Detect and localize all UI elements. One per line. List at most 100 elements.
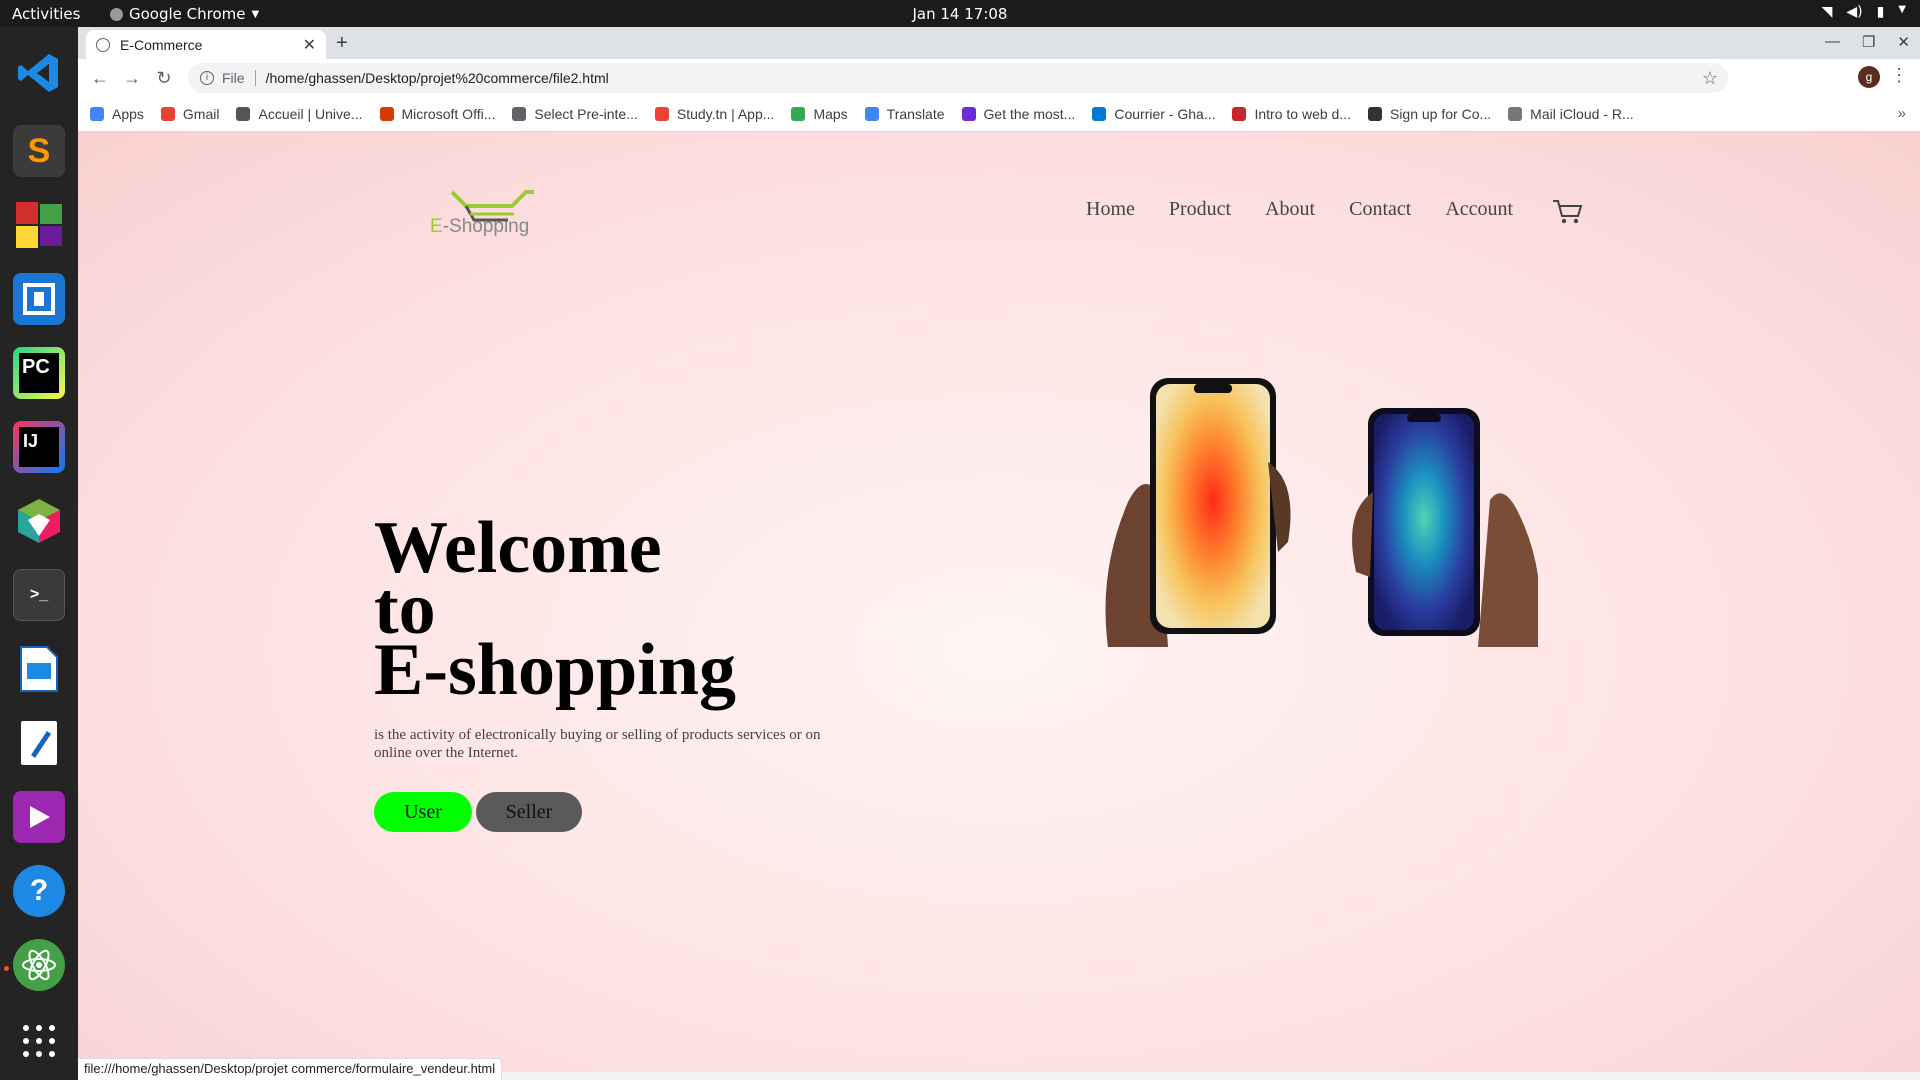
bookmark-label: Get the most...: [983, 106, 1076, 122]
system-tray[interactable]: ◥ ◀) ▮ ▼: [1822, 4, 1906, 20]
nav-about[interactable]: About: [1265, 198, 1315, 221]
logo-text[interactable]: E-Shopping: [430, 216, 529, 238]
nav-home[interactable]: Home: [1086, 198, 1135, 221]
vscode-icon[interactable]: [13, 47, 65, 99]
close-window-icon[interactable]: ✕: [1897, 33, 1910, 51]
webpage: E-Shopping Home Product About Contact Ac…: [78, 132, 1920, 1072]
bookmark-item[interactable]: Apps: [90, 106, 144, 122]
bookmark-label: Microsoft Offi...: [401, 106, 496, 122]
bookmark-favicon-icon: [90, 107, 104, 121]
info-icon[interactable]: i: [200, 71, 214, 85]
nav-account[interactable]: Account: [1445, 198, 1513, 221]
running-indicator: [4, 966, 9, 971]
bookmark-label: Apps: [112, 106, 144, 122]
system-top-bar: Activities Google Chrome ▼ Jan 14 17:08 …: [0, 0, 1920, 27]
reload-icon[interactable]: ↻: [148, 68, 180, 89]
bookmarks-bar: Apps Gmail Accueil | Unive... Microsoft Off…: [78, 97, 1920, 132]
bookmark-favicon-icon: [1367, 107, 1382, 121]
bookmark-favicon-icon: [160, 107, 175, 121]
url-text[interactable]: /home/ghassen/Desktop/projet%20commerce/…: [266, 70, 609, 86]
window-controls: — ❐ ✕: [1825, 33, 1910, 51]
browser-toolbar: ← → ↻ i File /home/ghassen/Desktop/proje…: [78, 59, 1920, 97]
phones-hero-image: [1105, 378, 1538, 647]
url-scheme: File: [222, 70, 256, 86]
profile-avatar[interactable]: g: [1858, 66, 1880, 88]
app-grid-colors-icon[interactable]: [13, 199, 65, 251]
tab-strip: E-Commerce ✕ + — ❐ ✕: [78, 27, 1920, 59]
tab-title: E-Commerce: [120, 36, 203, 53]
bookmark-item[interactable]: Mail iCloud - R...: [1508, 106, 1634, 122]
new-tab-button[interactable]: +: [336, 32, 348, 55]
forward-icon[interactable]: →: [116, 68, 148, 89]
logo-text-e: E: [430, 216, 443, 237]
bookmark-favicon-icon: [654, 107, 669, 121]
close-tab-icon[interactable]: ✕: [303, 35, 316, 55]
hero-heading: Welcome to E-shopping: [374, 511, 736, 711]
atom-icon[interactable]: [13, 939, 65, 991]
browser-chrome: E-Commerce ✕ + — ❐ ✕ ← → ↻ i File /home/…: [78, 27, 1920, 132]
restore-icon[interactable]: ❐: [1862, 33, 1875, 51]
bookmark-item[interactable]: Maps: [791, 106, 848, 122]
bookmark-favicon-icon: [236, 107, 251, 121]
bookmark-item[interactable]: Select Pre-inte...: [512, 106, 638, 122]
window-manager-icon[interactable]: [13, 273, 65, 325]
help-icon[interactable]: ?: [13, 865, 65, 917]
nav-product[interactable]: Product: [1169, 198, 1231, 221]
intellij-icon[interactable]: IJ: [13, 421, 65, 473]
minimize-icon[interactable]: —: [1825, 33, 1840, 51]
bookmark-label: Select Pre-inte...: [534, 106, 638, 122]
bookmark-item[interactable]: Sign up for Co...: [1367, 106, 1492, 122]
volume-icon: ◀): [1846, 4, 1863, 20]
nav-contact[interactable]: Contact: [1349, 198, 1411, 221]
bookmark-item[interactable]: Accueil | Unive...: [236, 106, 363, 122]
libreoffice-impress-icon[interactable]: [13, 643, 65, 695]
bookmark-star-icon[interactable]: ☆: [1702, 68, 1718, 89]
bookmark-item[interactable]: Get the most...: [961, 106, 1076, 122]
bookmark-label: Sign up for Co...: [1389, 106, 1492, 122]
wifi-icon: ◥: [1821, 4, 1833, 20]
terminal-icon[interactable]: >_: [13, 569, 65, 621]
bookmark-favicon-icon: [379, 107, 394, 121]
bookmarks-overflow-button[interactable]: »: [1898, 105, 1906, 122]
bookmark-item[interactable]: Gmail: [160, 106, 220, 122]
globe-icon: [96, 37, 110, 52]
back-icon[interactable]: ←: [84, 68, 116, 89]
cart-icon[interactable]: [1552, 198, 1584, 226]
bookmark-item[interactable]: Study.tn | App...: [654, 106, 774, 122]
bookmark-item[interactable]: Translate: [864, 106, 945, 122]
clock[interactable]: Jan 14 17:08: [0, 5, 1920, 23]
bookmark-favicon-icon: [1508, 107, 1523, 121]
dock: S PC IJ >_ ?: [0, 27, 78, 1080]
bookmark-item[interactable]: Intro to web d...: [1232, 106, 1351, 122]
main-nav: Home Product About Contact Account: [1086, 198, 1513, 221]
bookmark-label: Accueil | Unive...: [258, 106, 363, 122]
caret-down-icon: ▼: [1898, 4, 1906, 15]
bookmark-label: Intro to web d...: [1254, 106, 1351, 122]
bookmark-label: Mail iCloud - R...: [1530, 106, 1634, 122]
bookmark-favicon-icon: [864, 107, 879, 121]
bookmark-favicon-icon: [791, 107, 806, 121]
user-button[interactable]: User: [374, 792, 472, 832]
battery-icon: ▮: [1876, 4, 1885, 20]
show-apps-icon[interactable]: [13, 1015, 65, 1067]
video-player-icon[interactable]: [13, 791, 65, 843]
tab-ecommerce[interactable]: E-Commerce ✕: [86, 30, 326, 59]
bookmark-favicon-icon: [1232, 107, 1247, 121]
status-bubble: file:///home/ghassen/Desktop/projet comm…: [78, 1058, 503, 1080]
sublime-text-icon[interactable]: S: [13, 125, 65, 177]
address-bar[interactable]: i File /home/ghassen/Desktop/projet%20co…: [188, 63, 1728, 93]
bookmark-label: Gmail: [182, 106, 220, 122]
hero-line-eshopping: E-shopping: [374, 629, 736, 711]
bookmark-label: Courrier - Gha...: [1114, 106, 1216, 122]
bookmark-label: Translate: [886, 106, 945, 122]
hero-description: is the activity of electronically buying…: [374, 727, 821, 761]
netbeans-cube-icon[interactable]: [13, 495, 65, 547]
pycharm-icon[interactable]: PC: [13, 347, 65, 399]
bookmark-item[interactable]: Microsoft Offi...: [379, 106, 496, 122]
seller-button[interactable]: Seller: [476, 792, 582, 832]
menu-kebab-icon[interactable]: ⋮: [1890, 65, 1908, 86]
text-editor-icon[interactable]: [13, 717, 65, 769]
bookmark-favicon-icon: [512, 107, 527, 121]
bookmark-item[interactable]: Courrier - Gha...: [1092, 106, 1215, 122]
bookmark-favicon-icon: [961, 107, 976, 121]
